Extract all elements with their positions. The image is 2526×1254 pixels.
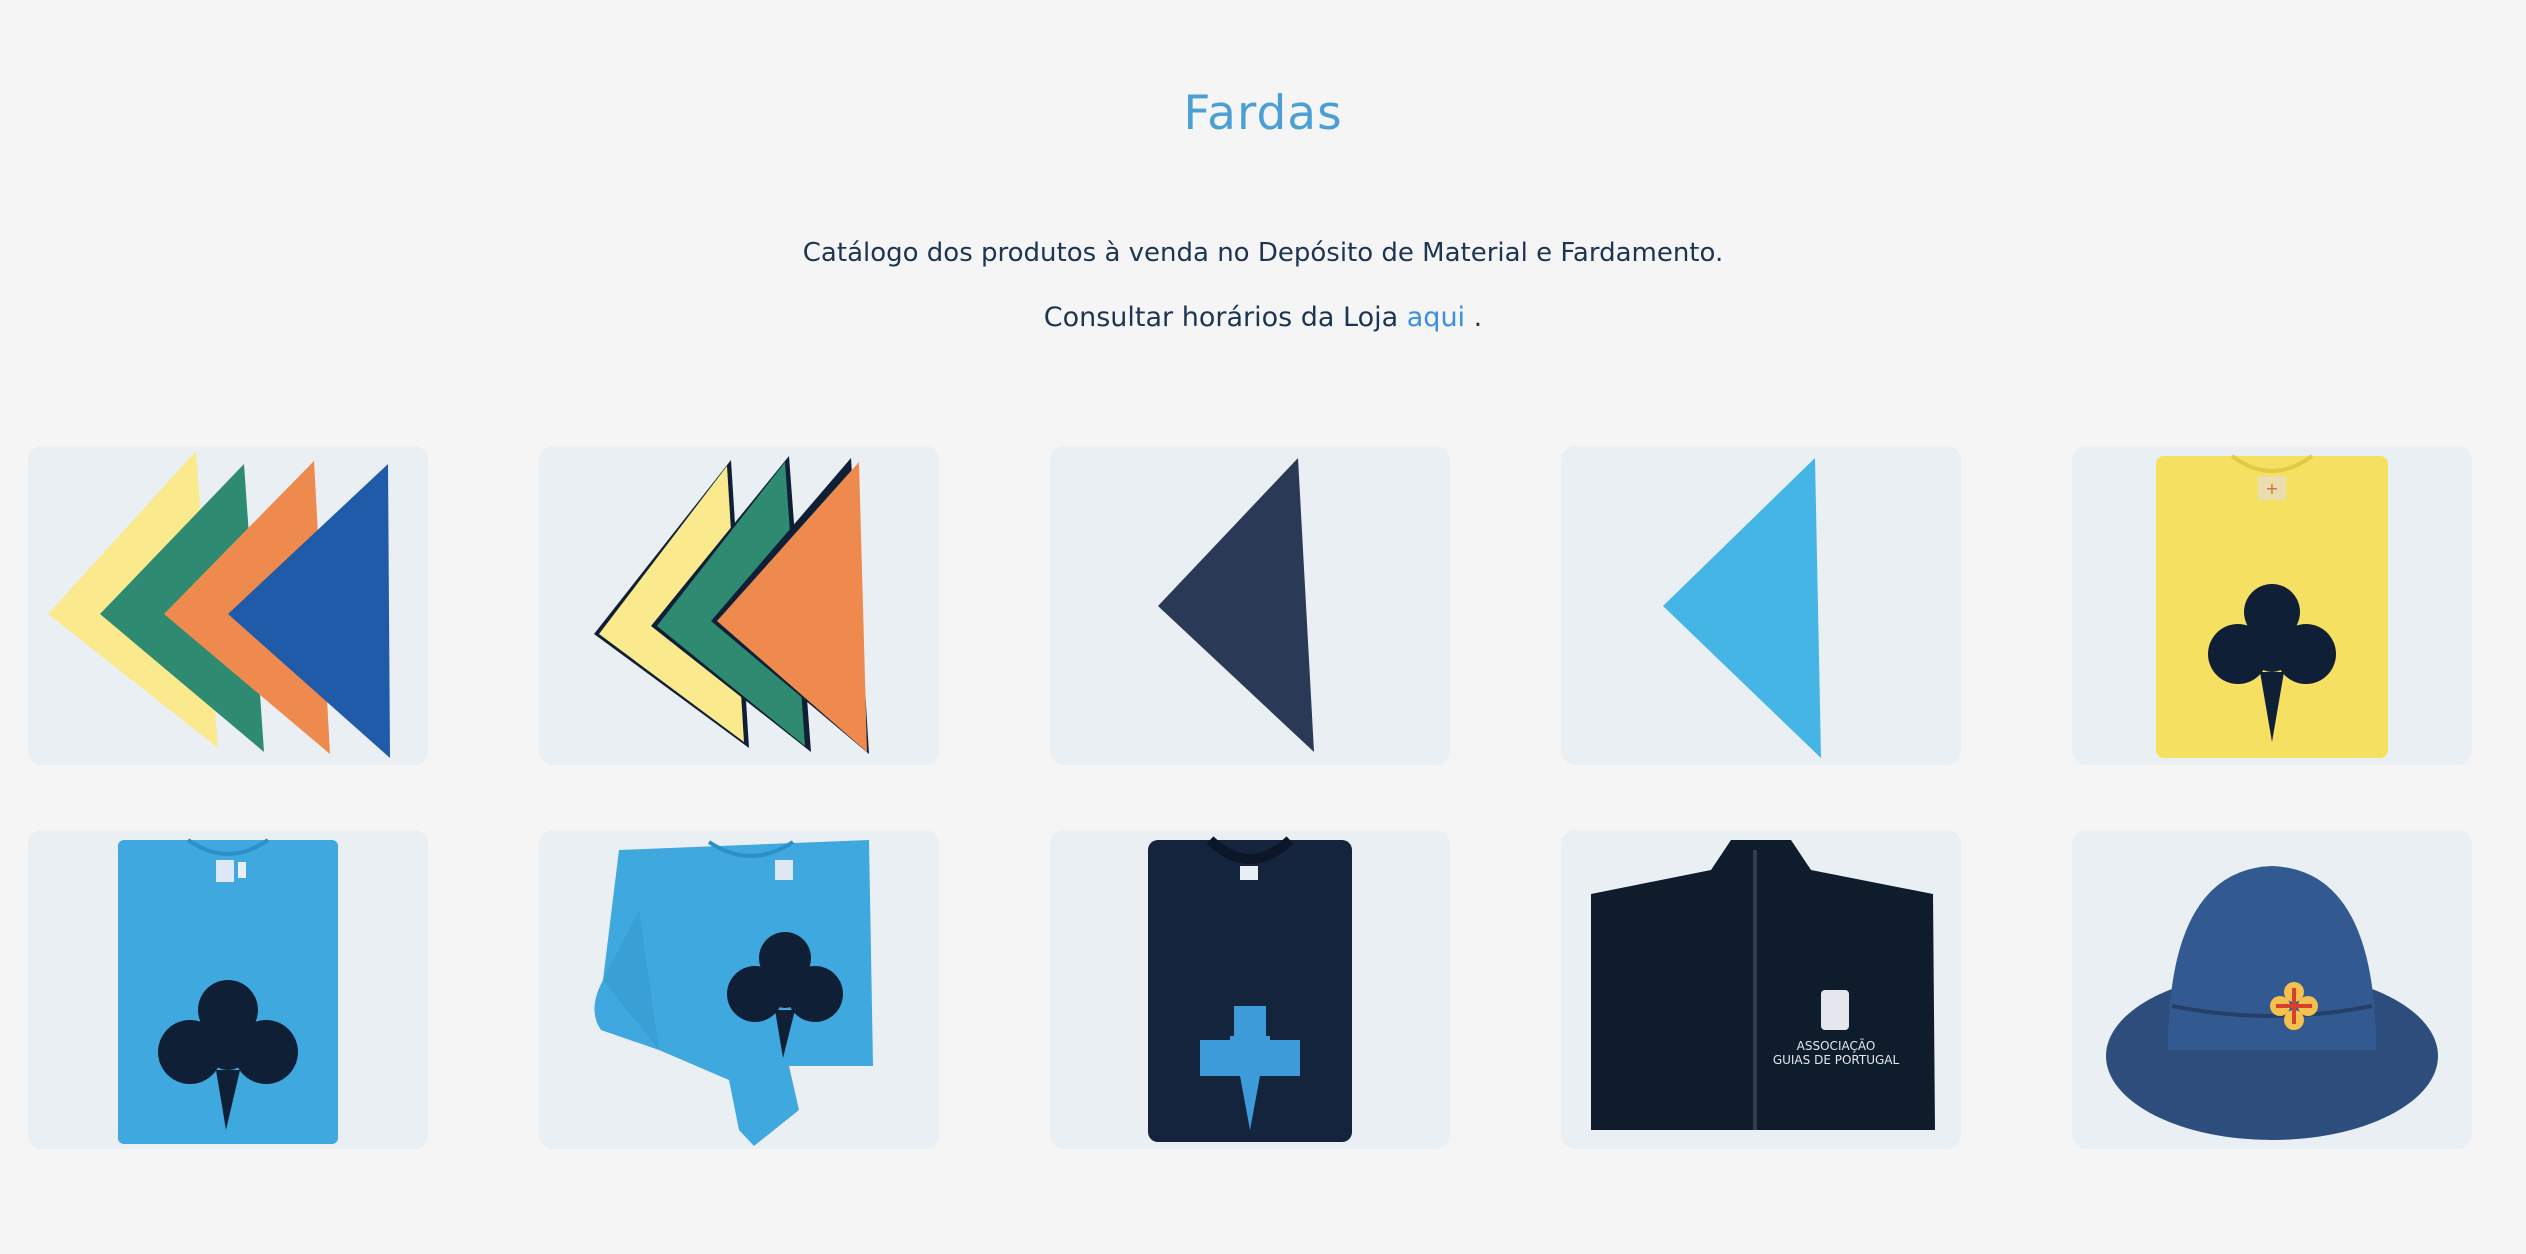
product-card[interactable]	[1561, 446, 1961, 765]
fleece-print-line1: ASSOCIAÇÃO	[1797, 1038, 1876, 1053]
product-card[interactable]	[1050, 830, 1450, 1149]
navy-bucket-hat-icon	[2106, 866, 2438, 1140]
svg-text:+: +	[2265, 479, 2278, 498]
product-card[interactable]	[28, 446, 428, 765]
fleece-print-line2: GUIAS DE PORTUGAL	[1773, 1053, 1900, 1067]
store-hours-line: Consultar horários da Loja aqui .	[0, 302, 2526, 333]
product-card[interactable]	[539, 446, 939, 765]
product-grid: + ASSOCIAÇÃO GUIAS DE PORTUGAL	[28, 446, 2472, 1149]
product-card[interactable]	[539, 830, 939, 1149]
blue-tshirt-trefoil-icon	[118, 838, 338, 1144]
store-hours-link[interactable]: aqui	[1407, 302, 1465, 333]
navy-fleece-jacket-icon: ASSOCIAÇÃO GUIAS DE PORTUGAL	[1591, 840, 1935, 1130]
blue-sweatshirt-trefoil-icon	[594, 840, 873, 1146]
neckerchief-navy-icon	[1158, 458, 1314, 752]
neckerchief-light-blue-icon	[1663, 458, 1821, 758]
page-title: Fardas	[1183, 86, 1343, 141]
catalog-description: Catálogo dos produtos à venda no Depósit…	[802, 238, 1724, 268]
page: Fardas Catálogo dos produtos à venda no …	[0, 0, 2526, 1254]
store-hours-text: Consultar horários da Loja	[1043, 302, 1399, 333]
store-hours-suffix: .	[1465, 302, 1483, 333]
product-card[interactable]: +	[2072, 446, 2472, 765]
product-card[interactable]	[1050, 446, 1450, 765]
neckerchief-set-four-colors-icon	[48, 451, 390, 758]
navy-sweater-trefoil-icon	[1148, 836, 1352, 1142]
product-card[interactable]	[2072, 830, 2472, 1149]
product-card[interactable]	[28, 830, 428, 1149]
neckerchief-set-navy-edged-icon	[594, 456, 869, 754]
product-card[interactable]: ASSOCIAÇÃO GUIAS DE PORTUGAL	[1561, 830, 1961, 1149]
yellow-tshirt-trefoil-icon: +	[2156, 454, 2388, 758]
